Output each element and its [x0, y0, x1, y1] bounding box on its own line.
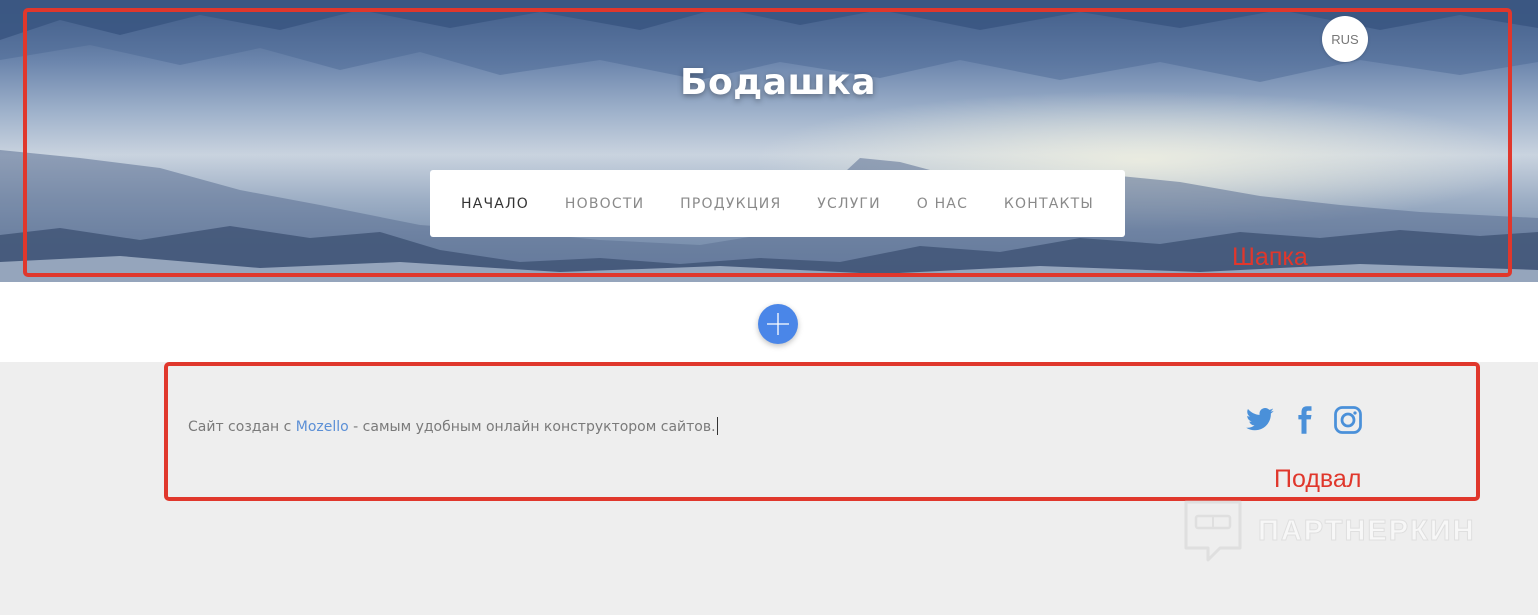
- header-annotation-box: [23, 8, 1512, 277]
- watermark-text: ПАРТНЕРКИН: [1258, 514, 1476, 547]
- watermark: ПАРТНЕРКИН: [1182, 498, 1476, 564]
- header-annotation-label: Шапка: [1232, 243, 1308, 271]
- footer-annotation-label: Подвал: [1274, 465, 1362, 493]
- add-block-button[interactable]: [758, 304, 798, 344]
- plus-icon: [767, 313, 789, 335]
- watermark-logo-icon: [1184, 500, 1242, 562]
